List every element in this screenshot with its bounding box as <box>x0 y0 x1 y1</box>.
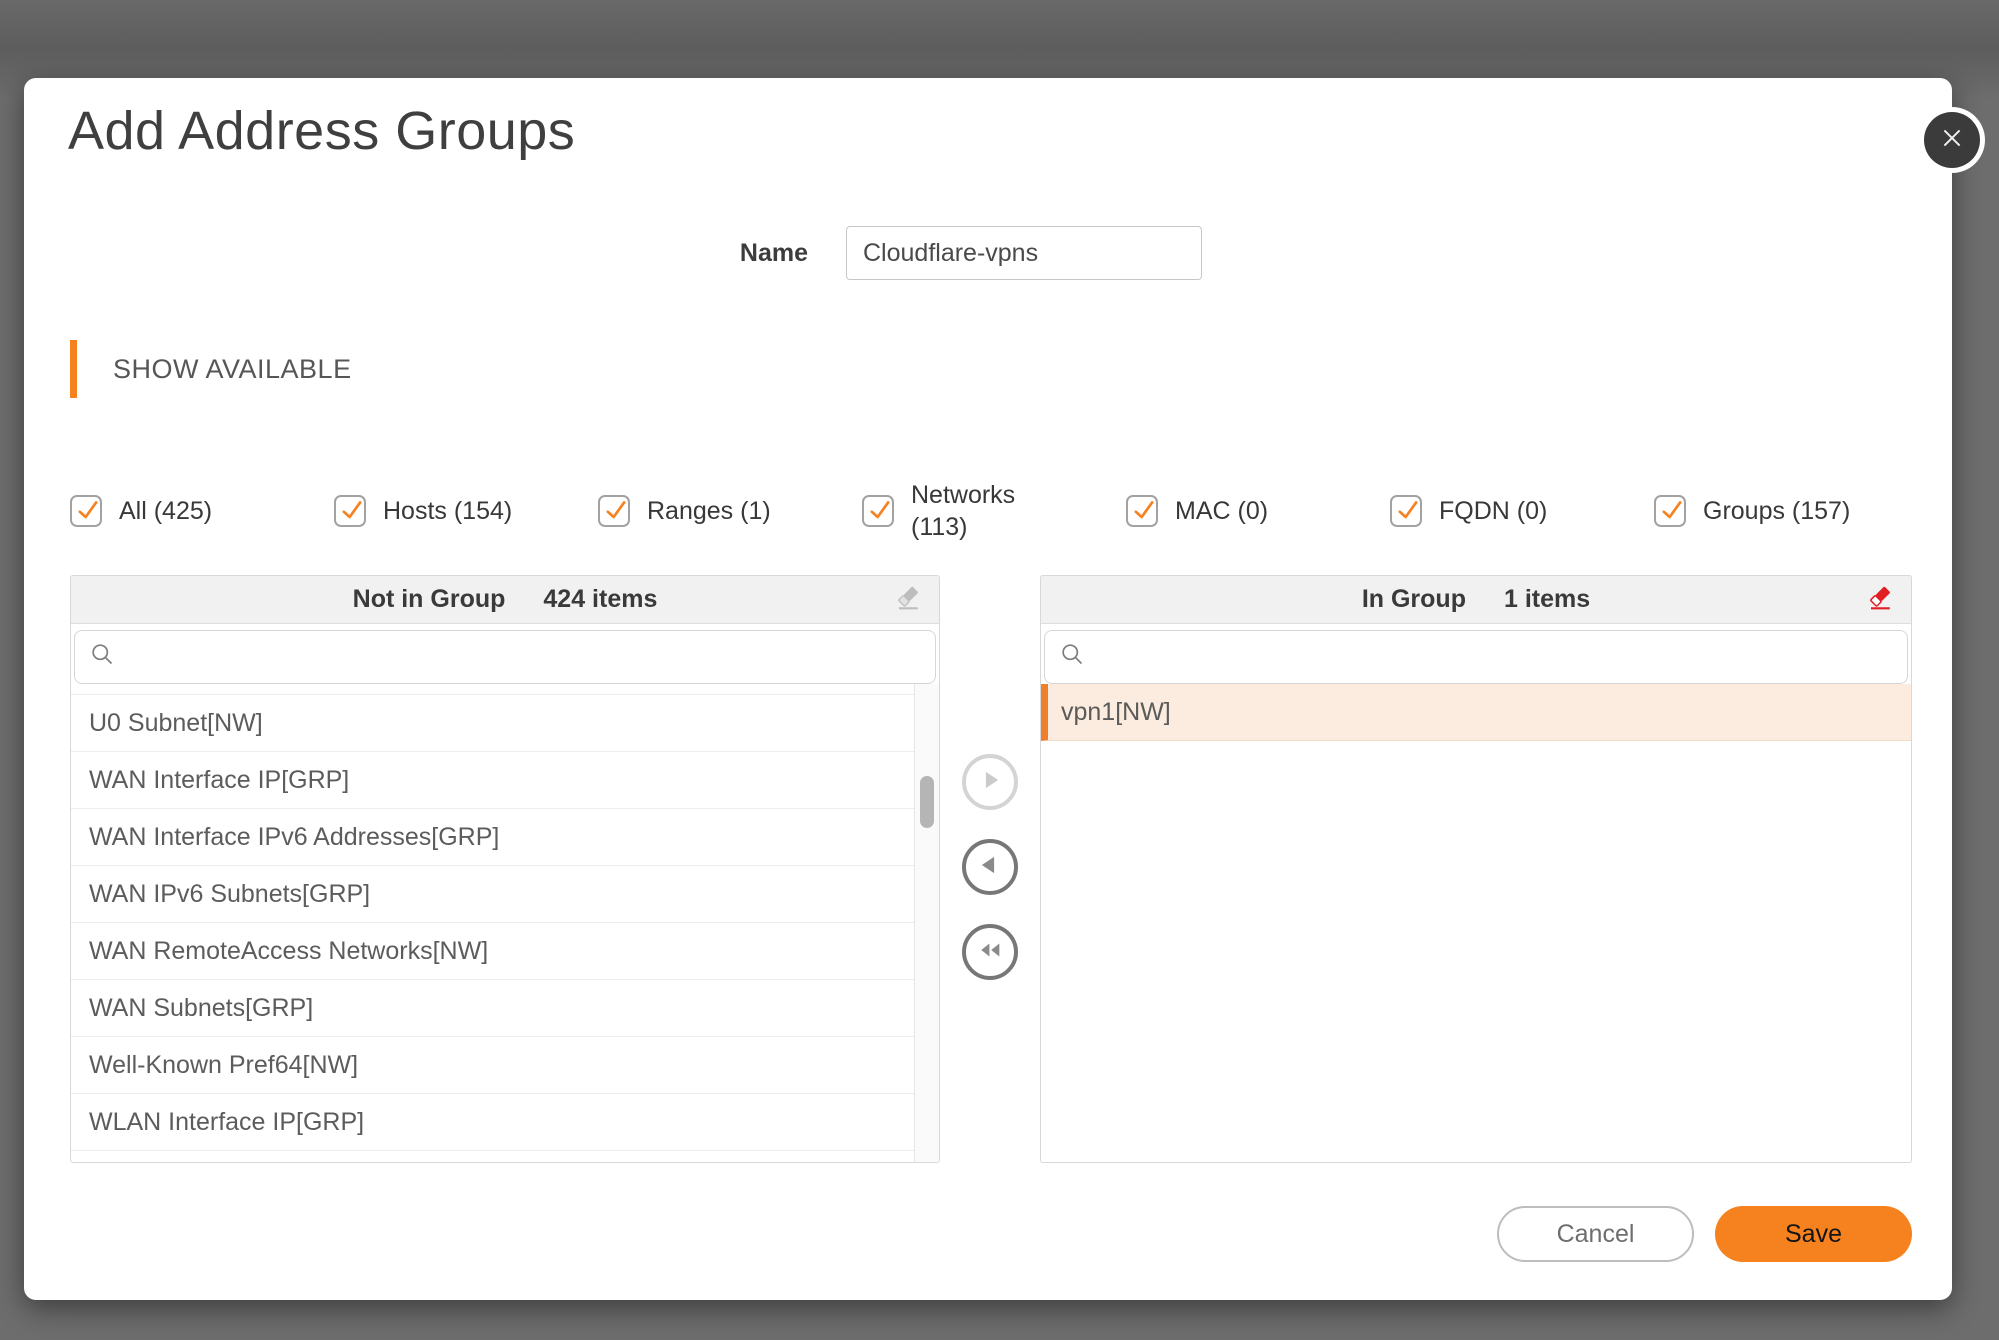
scrollbar-track[interactable] <box>914 684 939 1162</box>
filter-checkbox-fqdn[interactable]: FQDN (0) <box>1390 466 1654 556</box>
not-in-group-panel: Not in Group 424 items U0 Subnet[NW] WAN… <box>70 575 940 1163</box>
arrow-left-icon <box>976 851 1004 884</box>
not-in-group-header: Not in Group 424 items <box>71 576 939 624</box>
close-button[interactable] <box>1924 112 1980 168</box>
name-input[interactable] <box>846 226 1202 280</box>
filter-label: Groups (157) <box>1703 497 1850 526</box>
search-icon <box>89 641 116 673</box>
in-group-search <box>1044 630 1908 684</box>
list-item[interactable]: WAN Interface IP[GRP] <box>71 752 939 809</box>
list-item[interactable]: WAN IPv6 Subnets[GRP] <box>71 866 939 923</box>
filter-label: MAC (0) <box>1175 497 1268 526</box>
filter-checkbox-hosts[interactable]: Hosts (154) <box>334 466 598 556</box>
filter-checkbox-networks[interactable]: Networks (113) <box>862 466 1126 556</box>
not-in-group-search <box>74 630 936 684</box>
save-button[interactable]: Save <box>1715 1206 1912 1262</box>
move-left-button[interactable] <box>962 839 1018 895</box>
filter-label: Ranges (1) <box>647 497 771 526</box>
list-item[interactable]: WAN Subnets[GRP] <box>71 980 939 1037</box>
filter-label: All (425) <box>119 497 212 526</box>
list-item[interactable]: Well-Known Pref64[NW] <box>71 1037 939 1094</box>
search-icon <box>1059 641 1086 673</box>
list-item[interactable]: WAN Interface IPv6 Addresses[GRP] <box>71 809 939 866</box>
clear-not-in-group-button[interactable] <box>893 584 925 616</box>
section-label: SHOW AVAILABLE <box>77 340 352 398</box>
section-accent-bar <box>70 340 77 398</box>
dialog-title: Add Address Groups <box>68 100 575 162</box>
add-address-groups-dialog: Add Address Groups Name SHOW AVAILABLE A… <box>24 78 1952 1300</box>
checkbox-checked-icon[interactable] <box>1390 495 1422 527</box>
checkbox-checked-icon[interactable] <box>70 495 102 527</box>
move-all-left-button[interactable] <box>962 924 1018 980</box>
list-row-partial <box>71 684 939 695</box>
in-group-count: 1 items <box>1504 585 1590 614</box>
in-group-title: In Group <box>1362 585 1466 614</box>
eraser-red-icon <box>1866 582 1896 617</box>
checkbox-checked-icon[interactable] <box>334 495 366 527</box>
in-group-header: In Group 1 items <box>1041 576 1911 624</box>
show-available-section: SHOW AVAILABLE <box>70 340 352 398</box>
list-item[interactable]: U0 Subnet[NW] <box>71 695 939 752</box>
clear-in-group-button[interactable] <box>1865 584 1897 616</box>
name-field-row: Name <box>24 226 1202 280</box>
scrollbar-thumb[interactable] <box>920 776 934 828</box>
not-in-group-title: Not in Group <box>353 585 506 614</box>
in-group-search-input[interactable] <box>1086 631 1907 683</box>
filter-checkbox-row: All (425) Hosts (154) Ranges (1) Network… <box>70 466 1940 556</box>
list-item[interactable]: WAN RemoteAccess Networks[NW] <box>71 923 939 980</box>
modal-backdrop: Add Address Groups Name SHOW AVAILABLE A… <box>0 0 1999 1340</box>
not-in-group-count: 424 items <box>543 585 657 614</box>
filter-checkbox-ranges[interactable]: Ranges (1) <box>598 466 862 556</box>
list-item[interactable]: WLAN Interface IP[GRP] <box>71 1094 939 1151</box>
checkbox-checked-icon[interactable] <box>862 495 894 527</box>
list-item-selected[interactable]: vpn1[NW] <box>1041 684 1911 741</box>
filter-checkbox-mac[interactable]: MAC (0) <box>1126 466 1390 556</box>
checkbox-checked-icon[interactable] <box>598 495 630 527</box>
checkbox-checked-icon[interactable] <box>1126 495 1158 527</box>
filter-label: FQDN (0) <box>1439 497 1547 526</box>
name-label: Name <box>740 239 808 268</box>
cancel-button[interactable]: Cancel <box>1497 1206 1694 1262</box>
filter-label: Hosts (154) <box>383 497 512 526</box>
filter-checkbox-groups[interactable]: Groups (157) <box>1654 466 1918 556</box>
double-arrow-left-icon <box>976 936 1004 969</box>
not-in-group-list: U0 Subnet[NW] WAN Interface IP[GRP] WAN … <box>71 684 939 1162</box>
transfer-buttons <box>962 754 1018 980</box>
checkbox-checked-icon[interactable] <box>1654 495 1686 527</box>
move-right-button[interactable] <box>962 754 1018 810</box>
filter-label: Networks (113) <box>911 479 1031 544</box>
close-icon <box>1939 125 1965 156</box>
eraser-icon <box>894 582 924 617</box>
arrow-right-icon <box>976 766 1004 799</box>
in-group-panel: In Group 1 items vpn1[NW] <box>1040 575 1912 1163</box>
filter-checkbox-all[interactable]: All (425) <box>70 466 334 556</box>
in-group-list: vpn1[NW] <box>1041 684 1911 1162</box>
not-in-group-search-input[interactable] <box>116 631 935 683</box>
